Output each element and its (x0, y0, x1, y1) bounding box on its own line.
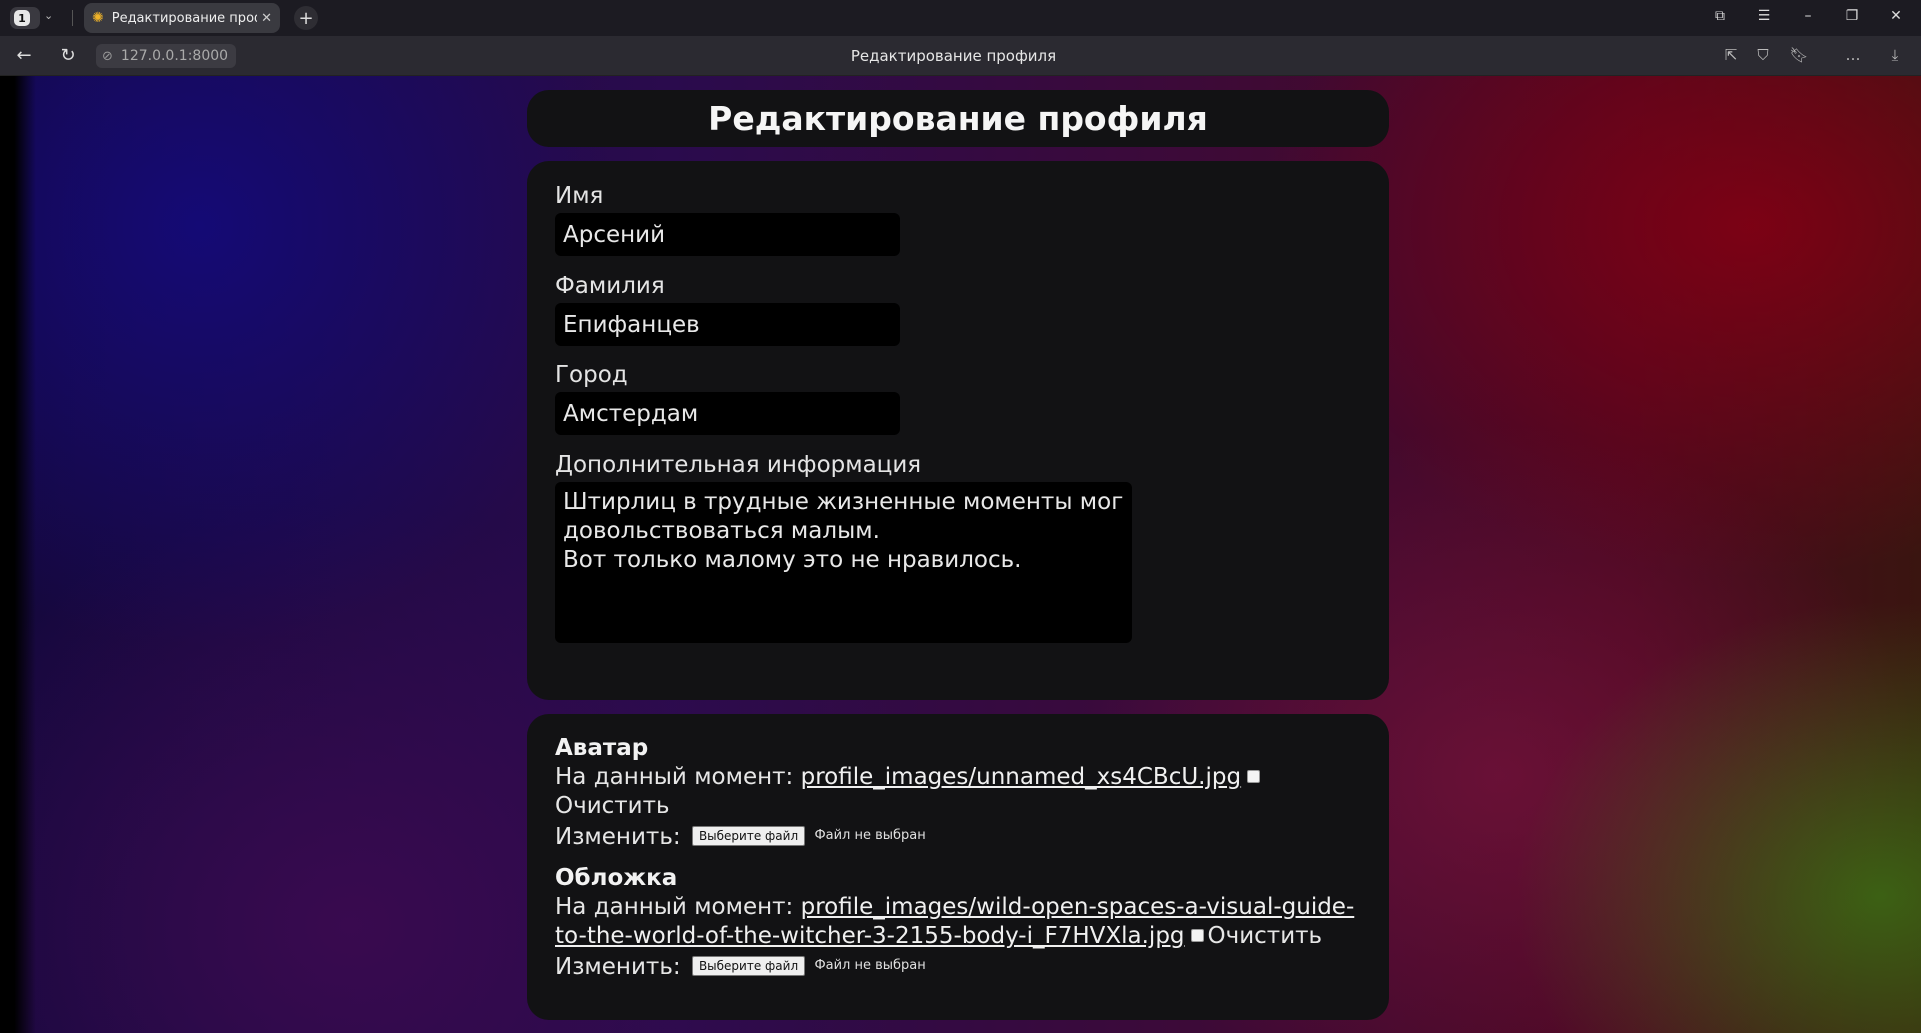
info-label: Дополнительная информация (555, 452, 922, 478)
share-icon[interactable]: ⇱ (1720, 46, 1742, 64)
header-card: Редактирование профиля (527, 90, 1389, 147)
last-name-field[interactable] (555, 303, 900, 346)
avatar-file-link[interactable]: profile_images/unnamed_xs4CBcU.jpg (801, 764, 1241, 790)
cover-file-link[interactable]: profile_images/wild-open-spaces-a-visual… (801, 894, 1355, 920)
avatar-choose-file-button[interactable]: Выберите файл (691, 825, 806, 846)
avatar-change-row: Изменить: Выберите файл Файл не выбран (555, 821, 1375, 854)
tab-title: Редактирование проф (111, 10, 258, 26)
first-name-field[interactable] (555, 213, 900, 256)
tab-count: 1 (14, 10, 30, 26)
avatar-clear-checkbox[interactable] (1247, 770, 1261, 783)
minimize-icon[interactable]: – (1798, 8, 1818, 24)
close-window-icon[interactable]: ✕ (1886, 8, 1906, 24)
cover-file-link-continued[interactable]: to-the-world-of-the-witcher-3-2155-body-… (555, 923, 1185, 949)
first-name-label: Имя (555, 183, 604, 209)
extensions-icon[interactable]: ⛉ (1752, 46, 1774, 64)
cover-change-row: Изменить: Выберите файл Файл не выбран (555, 951, 1375, 984)
cover-current-row: На данный момент: profile_images/wild-op… (555, 893, 1375, 922)
cover-current-row-2: to-the-world-of-the-witcher-3-2155-body-… (555, 922, 1375, 951)
avatar-current-row: На данный момент: profile_images/unnamed… (555, 763, 1375, 792)
plus-icon[interactable]: + (294, 6, 318, 30)
cover-title: Обложка (555, 865, 678, 891)
avatar-clear-label: Очистить (555, 793, 670, 819)
cover-no-file-text: Файл не выбран (814, 958, 926, 973)
city-field[interactable] (555, 392, 900, 435)
avatar-block: Аватар На данный момент: profile_images/… (555, 734, 1375, 854)
tab-bar: 1 ⌄ ✺ Редактирование проф ✕ + ⧉ ☰ – ❐ ✕ (0, 0, 1921, 36)
cover-change-label: Изменить: (555, 954, 681, 980)
page-heading: Редактирование профиля (708, 99, 1208, 138)
files-card: Аватар На данный момент: profile_images/… (527, 714, 1389, 1020)
avatar-current-label: На данный момент: (555, 764, 794, 790)
avatar-title: Аватар (555, 735, 649, 761)
cover-current-label: На данный момент: (555, 894, 794, 920)
cover-choose-file-button[interactable]: Выберите файл (691, 955, 806, 976)
collections-icon[interactable]: ⧉ (1710, 8, 1730, 24)
more-icon[interactable]: … (1842, 46, 1864, 64)
bookmark-icon[interactable]: 🔖︎ (1788, 46, 1810, 64)
cover-block: Обложка На данный момент: profile_images… (555, 864, 1375, 984)
page-viewport: Редактирование профиля Имя Фамилия Город… (0, 76, 1921, 1033)
cover-clear-label: Очистить (1207, 923, 1323, 949)
avatar-change-label: Изменить: (555, 824, 681, 850)
close-icon[interactable]: ✕ (261, 11, 272, 26)
info-textarea[interactable]: Штирлиц в трудные жизненные моменты мог … (555, 482, 1132, 643)
menu-icon[interactable]: ☰ (1754, 8, 1774, 24)
tab-counter-button[interactable]: 1 (10, 7, 40, 29)
download-icon[interactable]: ⤓ (1884, 46, 1906, 64)
city-label: Город (555, 362, 628, 388)
favicon-sun-icon: ✺ (92, 10, 104, 26)
tab-divider (72, 10, 73, 26)
restore-icon[interactable]: ❐ (1842, 8, 1862, 24)
last-name-label: Фамилия (555, 273, 665, 299)
cover-clear-checkbox[interactable] (1190, 929, 1204, 942)
profile-form: Имя Фамилия Город Дополнительная информа… (527, 161, 1389, 700)
tab-list-chevron-icon[interactable]: ⌄ (44, 9, 53, 22)
background-edge (0, 76, 36, 1033)
avatar-no-file-text: Файл не выбран (814, 828, 926, 843)
active-tab[interactable]: ✺ Редактирование проф ✕ (84, 3, 280, 33)
navigation-bar: ← ↻ ⊘ 127.0.0.1:8000 Редактирование проф… (0, 36, 1921, 76)
page-title-display: Редактирование профиля (850, 47, 1057, 65)
